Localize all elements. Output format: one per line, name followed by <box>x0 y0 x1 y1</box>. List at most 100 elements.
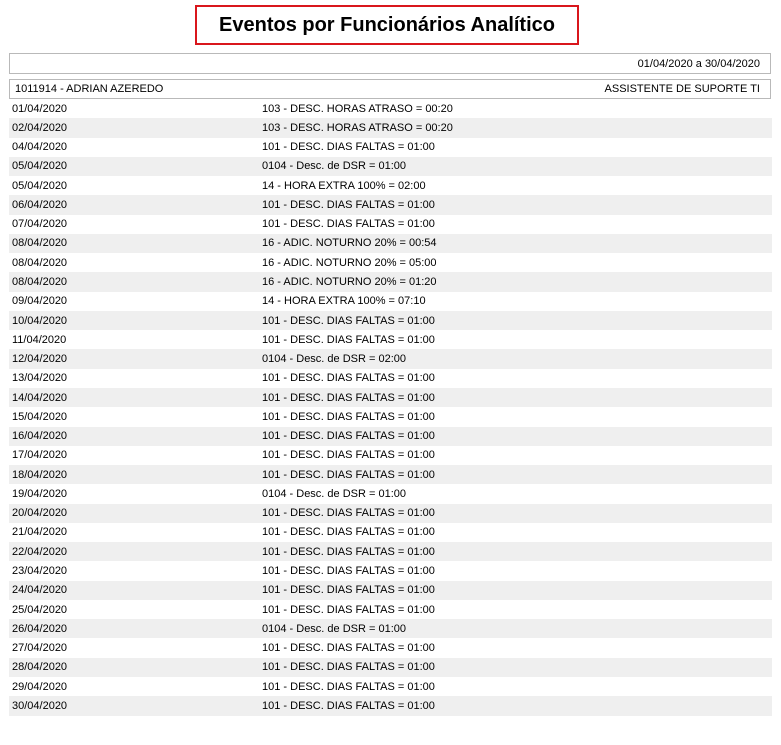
row-event: 0104 - Desc. de DSR = 01:00 <box>262 622 406 635</box>
row-date: 05/04/2020 <box>12 179 68 192</box>
row-date: 18/04/2020 <box>12 468 68 481</box>
table-row: 23/04/2020 101 - DESC. DIAS FALTAS = 01:0… <box>9 561 772 580</box>
row-event: 101 - DESC. DIAS FALTAS = 01:00 <box>262 507 435 520</box>
row-event: 16 - ADIC. NOTURNO 20% = 05:00 <box>262 256 437 269</box>
row-event: 14 - HORA EXTRA 100% = 07:10 <box>262 295 426 308</box>
table-row: 15/04/2020 101 - DESC. DIAS FALTAS = 01:0… <box>9 407 772 426</box>
row-date: 23/04/2020 <box>12 565 68 577</box>
row-event: 101 - DESC. DIAS FALTAS = 01:00 <box>262 699 435 712</box>
row-date: 19/04/2020 <box>12 487 68 500</box>
table-row: 05/04/2020 14 - HORA EXTRA 100% = 02:00 <box>9 176 772 195</box>
table-row: 26/04/2020 0104 - Desc. de DSR = 01:00 <box>9 619 772 639</box>
table-row: 10/04/2020 101 - DESC. DIAS FALTAS = 01:0… <box>9 310 772 331</box>
table-row: 27/04/2020 101 - DESC. DIAS FALTAS = 01:0… <box>9 638 772 657</box>
row-event: 14 - HORA EXTRA 100% = 02:00 <box>262 179 426 192</box>
row-date: 29/04/2020 <box>12 680 68 693</box>
table-row: 30/04/2020 101 - DESC. DIAS FALTAS = 01:0… <box>9 696 772 716</box>
row-date: 30/04/2020 <box>12 699 68 712</box>
table-row: 02/04/2020 103 - DESC. HORAS ATRASO = 00:… <box>9 118 772 138</box>
row-event: 101 - DESC. DIAS FALTAS = 01:00 <box>262 218 435 231</box>
table-row: 25/04/2020 101 - DESC. DIAS FALTAS = 01:0… <box>9 600 772 619</box>
period-range: 01/04/2020 a 30/04/2020 <box>637 57 760 70</box>
table-row: 13/04/2020 101 - DESC. DIAS FALTAS = 01:0… <box>9 369 772 388</box>
table-row: 19/04/2020 0104 - Desc. de DSR = 01:00 <box>9 484 772 503</box>
table-row: 09/04/2020 14 - HORA EXTRA 100% = 07:10 <box>9 292 772 311</box>
row-date: 14/04/2020 <box>12 391 68 404</box>
row-date: 08/04/2020 <box>12 256 68 269</box>
row-date: 15/04/2020 <box>12 410 68 423</box>
table-row: 20/04/2020 101 - DESC. DIAS FALTAS = 01:0… <box>9 503 772 523</box>
table-row: 12/04/2020 0104 - Desc. de DSR = 02:00 <box>9 349 772 369</box>
report-title-box: Eventos por Funcionários Analítico <box>195 5 579 45</box>
row-date: 16/04/2020 <box>12 430 68 443</box>
table-row: 08/04/2020 16 - ADIC. NOTURNO 20% = 00:54 <box>9 233 772 254</box>
row-event: 101 - DESC. DIAS FALTAS = 01:00 <box>262 661 435 674</box>
table-row: 11/04/2020 101 - DESC. DIAS FALTAS = 01:0… <box>9 330 772 349</box>
row-event: 101 - DESC. DIAS FALTAS = 01:00 <box>262 449 435 462</box>
row-event: 101 - DESC. DIAS FALTAS = 01:00 <box>262 314 435 327</box>
row-date: 06/04/2020 <box>12 198 68 211</box>
row-event: 101 - DESC. DIAS FALTAS = 01:00 <box>262 526 435 539</box>
row-date: 08/04/2020 <box>12 237 68 250</box>
row-date: 01/04/2020 <box>12 102 68 115</box>
table-row: 18/04/2020 101 - DESC. DIAS FALTAS = 01:0… <box>9 465 772 485</box>
row-date: 27/04/2020 <box>12 642 68 655</box>
row-date: 21/04/2020 <box>12 526 68 539</box>
row-event: 101 - DESC. DIAS FALTAS = 01:00 <box>262 642 435 655</box>
table-row: 29/04/2020 101 - DESC. DIAS FALTAS = 01:0… <box>9 677 772 696</box>
row-date: 24/04/2020 <box>12 584 68 597</box>
table-row: 14/04/2020 101 - DESC. DIAS FALTAS = 01:0… <box>9 387 772 408</box>
row-date: 02/04/2020 <box>12 121 68 134</box>
row-date: 08/04/2020 <box>12 276 68 289</box>
row-event: 0104 - Desc. de DSR = 01:00 <box>262 160 406 173</box>
row-event: 101 - DESC. DIAS FALTAS = 01:00 <box>262 468 435 481</box>
row-date: 25/04/2020 <box>12 603 68 616</box>
row-event: 101 - DESC. DIAS FALTAS = 01:00 <box>262 545 435 558</box>
table-row: 05/04/2020 0104 - Desc. de DSR = 01:00 <box>9 156 772 177</box>
row-event: 101 - DESC. DIAS FALTAS = 01:00 <box>262 198 435 211</box>
row-date: 17/04/2020 <box>12 449 68 462</box>
row-event: 101 - DESC. DIAS FALTAS = 01:00 <box>262 141 435 154</box>
row-date: 13/04/2020 <box>12 372 68 385</box>
table-row: 06/04/2020 101 - DESC. DIAS FALTAS = 01:0… <box>9 195 772 215</box>
table-row: 08/04/2020 16 - ADIC. NOTURNO 20% = 01:20 <box>9 272 772 292</box>
row-event: 101 - DESC. DIAS FALTAS = 01:00 <box>262 391 435 404</box>
event-table: 01/04/2020 103 - DESC. HORAS ATRASO = 00:… <box>9 99 772 716</box>
row-event: 0104 - Desc. de DSR = 02:00 <box>262 353 406 366</box>
row-event: 101 - DESC. DIAS FALTAS = 01:00 <box>262 372 435 385</box>
row-date: 10/04/2020 <box>12 314 68 327</box>
row-date: 07/04/2020 <box>12 218 68 231</box>
table-row: 08/04/2020 16 - ADIC. NOTURNO 20% = 05:00 <box>9 253 772 272</box>
employee-header: 1011914 - ADRIAN AZEREDO ASSISTENTE DE S… <box>9 79 771 99</box>
row-event: 101 - DESC. DIAS FALTAS = 01:00 <box>262 333 435 346</box>
row-event: 101 - DESC. DIAS FALTAS = 01:00 <box>262 680 435 693</box>
row-event: 101 - DESC. DIAS FALTAS = 01:00 <box>262 410 435 423</box>
row-date: 09/04/2020 <box>12 295 68 308</box>
table-row: 24/04/2020 101 - DESC. DIAS FALTAS = 01:0… <box>9 580 772 600</box>
row-date: 12/04/2020 <box>12 353 68 366</box>
table-row: 01/04/2020 103 - DESC. HORAS ATRASO = 00:… <box>9 99 772 118</box>
row-event: 101 - DESC. DIAS FALTAS = 01:00 <box>262 565 435 577</box>
employee-role: ASSISTENTE DE SUPORTE TI <box>604 83 760 95</box>
row-event: 103 - DESC. HORAS ATRASO = 00:20 <box>262 102 453 115</box>
row-event: 101 - DESC. DIAS FALTAS = 01:00 <box>262 430 435 443</box>
table-row: 28/04/2020 101 - DESC. DIAS FALTAS = 01:0… <box>9 657 772 677</box>
row-date: 11/04/2020 <box>12 333 67 346</box>
row-event: 103 - DESC. HORAS ATRASO = 00:20 <box>262 121 453 134</box>
table-row: 04/04/2020 101 - DESC. DIAS FALTAS = 01:0… <box>9 138 772 157</box>
row-date: 28/04/2020 <box>12 661 68 674</box>
period-header: 01/04/2020 a 30/04/2020 <box>9 53 771 74</box>
table-row: 22/04/2020 101 - DESC. DIAS FALTAS = 01:0… <box>9 542 772 562</box>
table-row: 21/04/2020 101 - DESC. DIAS FALTAS = 01:0… <box>9 523 772 542</box>
row-date: 04/04/2020 <box>12 141 68 154</box>
row-event: 16 - ADIC. NOTURNO 20% = 00:54 <box>262 237 437 250</box>
row-date: 26/04/2020 <box>12 622 68 635</box>
row-event: 16 - ADIC. NOTURNO 20% = 01:20 <box>262 276 437 289</box>
row-event: 0104 - Desc. de DSR = 01:00 <box>262 487 406 500</box>
row-event: 101 - DESC. DIAS FALTAS = 01:00 <box>262 584 435 597</box>
table-row: 07/04/2020 101 - DESC. DIAS FALTAS = 01:0… <box>9 215 772 234</box>
row-date: 20/04/2020 <box>12 507 68 520</box>
table-row: 17/04/2020 101 - DESC. DIAS FALTAS = 01:0… <box>9 446 772 465</box>
row-event: 101 - DESC. DIAS FALTAS = 01:00 <box>262 603 435 616</box>
report-page: Eventos por Funcionários Analítico 01/04… <box>0 0 781 745</box>
